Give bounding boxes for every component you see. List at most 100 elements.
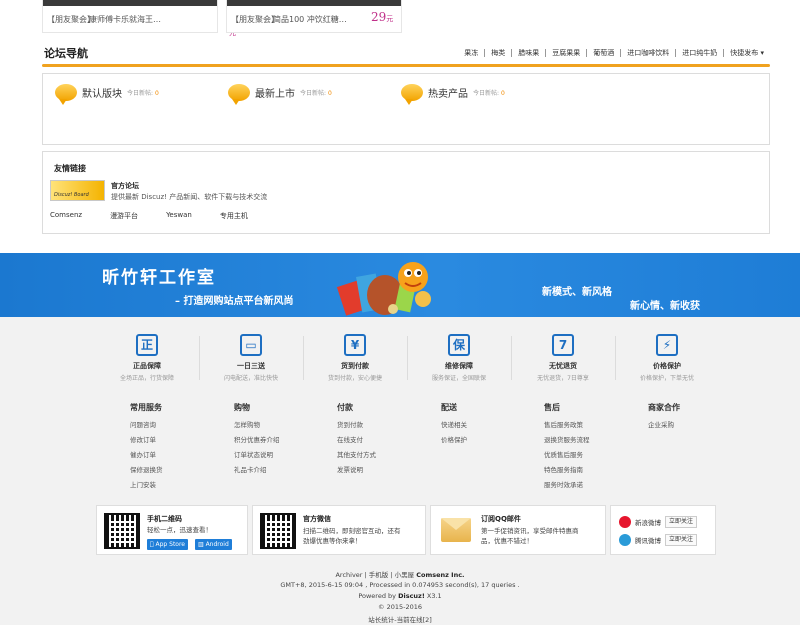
mobile-version-link[interactable]: 手机版 — [369, 571, 389, 579]
footer-link[interactable]: 问题咨询 — [130, 418, 163, 433]
footer-link[interactable]: 服务时效承诺 — [544, 478, 590, 493]
archiver-link[interactable]: Archiver — [335, 571, 362, 579]
service-name: 维修保障 — [445, 362, 473, 370]
friend-link[interactable]: 漫游平台 — [110, 211, 138, 221]
footer-link[interactable]: 修改订单 — [130, 433, 163, 448]
forum-item[interactable]: 默认版块 今日新帖: 0 — [55, 84, 159, 105]
service-warranty[interactable]: 保 维修保障 服务保证，全国联保 — [407, 334, 511, 382]
footer-link[interactable]: 其他支付方式 — [337, 448, 376, 463]
forum-item[interactable]: 最新上市 今日新帖: 0 — [228, 84, 332, 105]
product-card[interactable]: 【朋友聚会】 康师傅卡乐就海王… 52元 — [42, 0, 244, 37]
quick-post-dropdown[interactable]: 快捷发布 ▾ — [723, 49, 770, 57]
friend-link[interactable]: Comsenz — [50, 211, 82, 221]
service-cod[interactable]: ¥ 货到付款 货到付款，安心便捷 — [303, 334, 407, 382]
app-store-button[interactable]:  App Store — [147, 539, 189, 550]
footer-link[interactable]: 保修退换货 — [130, 463, 163, 478]
qr-code — [260, 513, 296, 549]
snack-mascot-illustration — [336, 262, 431, 316]
promo-banner[interactable]: 昕竹轩工作室 – 打造网购站点平台新风尚 新模式、新风格 新心情、新收获 — [0, 253, 800, 317]
discuz-logo[interactable]: Discuz! Board — [50, 180, 105, 201]
footer-link[interactable]: 上门安装 — [130, 478, 163, 493]
nav-link[interactable]: 进口纯牛奶 — [675, 49, 723, 57]
forum-name[interactable]: 热卖产品 — [428, 85, 468, 100]
forum-name[interactable]: 最新上市 — [255, 85, 295, 100]
product-thumbnail[interactable] — [227, 0, 401, 6]
tweibo-follow-button[interactable]: 立即关注 — [665, 534, 698, 546]
footer-column: 付款 货到付款 在线支付 其他支付方式 发票说明 — [337, 402, 376, 478]
social-box: 新浪微博 立即关注 腾讯微博 立即关注 — [610, 505, 716, 555]
lightning-icon: ⚡ — [656, 334, 678, 356]
footer-link[interactable]: 积分优惠券介绍 — [234, 433, 280, 448]
mail-icon — [441, 518, 471, 542]
nav-link[interactable]: 豆腐果果 — [545, 49, 586, 57]
service-name: 货到付款 — [341, 362, 369, 370]
cash-icon: ¥ — [344, 334, 366, 356]
footer-column: 配送 快递相关 价格保护 — [441, 402, 467, 448]
box-text: 轻松一点，迅速查看！ — [147, 526, 212, 534]
banner-slogan-1: 新模式、新风格 — [542, 287, 612, 298]
footer-link[interactable]: 礼品卡介绍 — [234, 463, 280, 478]
friend-links-title: 友情链接 — [54, 164, 86, 173]
footer-column: 售后 售后服务政策 退换货服务流程 优质售后服务 特色服务指南 服务时效承诺 — [544, 402, 590, 493]
official-forum-link[interactable]: 官方论坛 — [111, 181, 139, 191]
service-desc: 闪电配送，准比快快 — [223, 375, 278, 382]
box-title: 手机二维码 — [147, 515, 182, 523]
service-price-protect[interactable]: ⚡ 价格保护 价格保护，下单无忧 — [615, 334, 719, 382]
footer-link[interactable]: 退换货服务流程 — [544, 433, 590, 448]
service-desc: 服务保证，全国联保 — [431, 375, 486, 382]
forum-name[interactable]: 默认版块 — [82, 85, 122, 100]
box-text: 劲爆优惠等你来拿！ — [303, 537, 362, 545]
footer-link[interactable]: 特色服务指南 — [544, 463, 590, 478]
column-title: 常用服务 — [130, 403, 162, 412]
product-name[interactable]: 康师傅卡乐就海王… — [89, 14, 161, 25]
footer-link[interactable]: 售后服务政策 — [544, 418, 590, 433]
footer-column: 购物 怎样购物 积分优惠券介绍 订单状态说明 礼品卡介绍 — [234, 402, 280, 478]
nav-link[interactable]: 葡萄酒 — [586, 49, 620, 57]
product-thumbnail[interactable] — [43, 0, 217, 6]
site-stats-link[interactable]: 站长统计-当前在线[2] — [0, 614, 800, 624]
seven-day-icon: 7 — [552, 334, 574, 356]
product-tag: 【朋友聚会】 — [231, 15, 279, 24]
footer-link[interactable]: 货到付款 — [337, 418, 376, 433]
qr-code — [104, 513, 140, 549]
friend-link[interactable]: 专用主机 — [220, 211, 248, 221]
discuz-link[interactable]: Discuz! — [398, 592, 425, 600]
footer-link[interactable]: 优质售后服务 — [544, 448, 590, 463]
footer-link[interactable]: 催办订单 — [130, 448, 163, 463]
blackroom-link[interactable]: 小黑屋 — [395, 571, 415, 579]
nav-link[interactable]: 腊味果 — [511, 49, 545, 57]
service-name: 正品保障 — [133, 362, 161, 370]
qq-mail-box[interactable]: 订阅QQ邮件 第一手促销资讯，享受邮件特惠商 品，优惠不错过！ — [430, 505, 606, 555]
footer-link[interactable]: 在线支付 — [337, 433, 376, 448]
footer-link[interactable]: 怎样购物 — [234, 418, 280, 433]
forum-bubble-icon — [55, 84, 77, 105]
product-card[interactable]: 【朋友聚会】 简品100 冲饮红糖… 29元 — [226, 0, 402, 33]
service-name: 无忧退货 — [549, 362, 577, 370]
weibo-follow-button[interactable]: 立即关注 — [665, 516, 698, 528]
product-name[interactable]: 简品100 冲饮红糖… — [273, 14, 347, 25]
comsenz-link[interactable]: Comsenz Inc. — [416, 571, 464, 579]
service-delivery[interactable]: ▭ 一日三送 闪电配送，准比快快 — [199, 334, 303, 382]
nav-link[interactable]: 梅类 — [484, 49, 511, 57]
footer-link[interactable]: 订单状态说明 — [234, 448, 280, 463]
service-genuine[interactable]: 正 正品保障 全场正品，行货保障 — [95, 334, 199, 382]
forum-item[interactable]: 热卖产品 今日新帖: 0 — [401, 84, 505, 105]
box-text: 扫描二维码，即刻密官互动，还有 — [303, 527, 401, 535]
android-button[interactable]: ▥ Android — [195, 539, 232, 550]
weibo-row: 新浪微博 立即关注 — [619, 516, 698, 528]
box-title: 订阅QQ邮件 — [481, 515, 521, 523]
column-title: 配送 — [441, 403, 457, 412]
friend-link[interactable]: Yeswan — [166, 211, 192, 221]
footer-link[interactable]: 快递相关 — [441, 418, 467, 433]
forum-nav-links: 果冻 梅类 腊味果 豆腐果果 葡萄酒 进口咖啡饮料 进口纯牛奶 快捷发布 ▾ — [458, 49, 770, 57]
banner-subtitle: – 打造网购站点平台新风尚 — [175, 296, 294, 307]
banner-slogan-2: 新心情、新收获 — [630, 301, 700, 312]
footer-link[interactable]: 企业采购 — [648, 418, 680, 433]
footer-link[interactable]: 价格保护 — [441, 433, 467, 448]
service-desc: 全场正品，行货保障 — [119, 375, 174, 382]
footer-column: 商家合作 企业采购 — [648, 402, 680, 433]
nav-link[interactable]: 果冻 — [458, 49, 484, 57]
footer-link[interactable]: 发票说明 — [337, 463, 376, 478]
nav-link[interactable]: 进口咖啡饮料 — [620, 49, 675, 57]
service-return[interactable]: 7 无忧退货 无忧退货，7日尊享 — [511, 334, 615, 382]
